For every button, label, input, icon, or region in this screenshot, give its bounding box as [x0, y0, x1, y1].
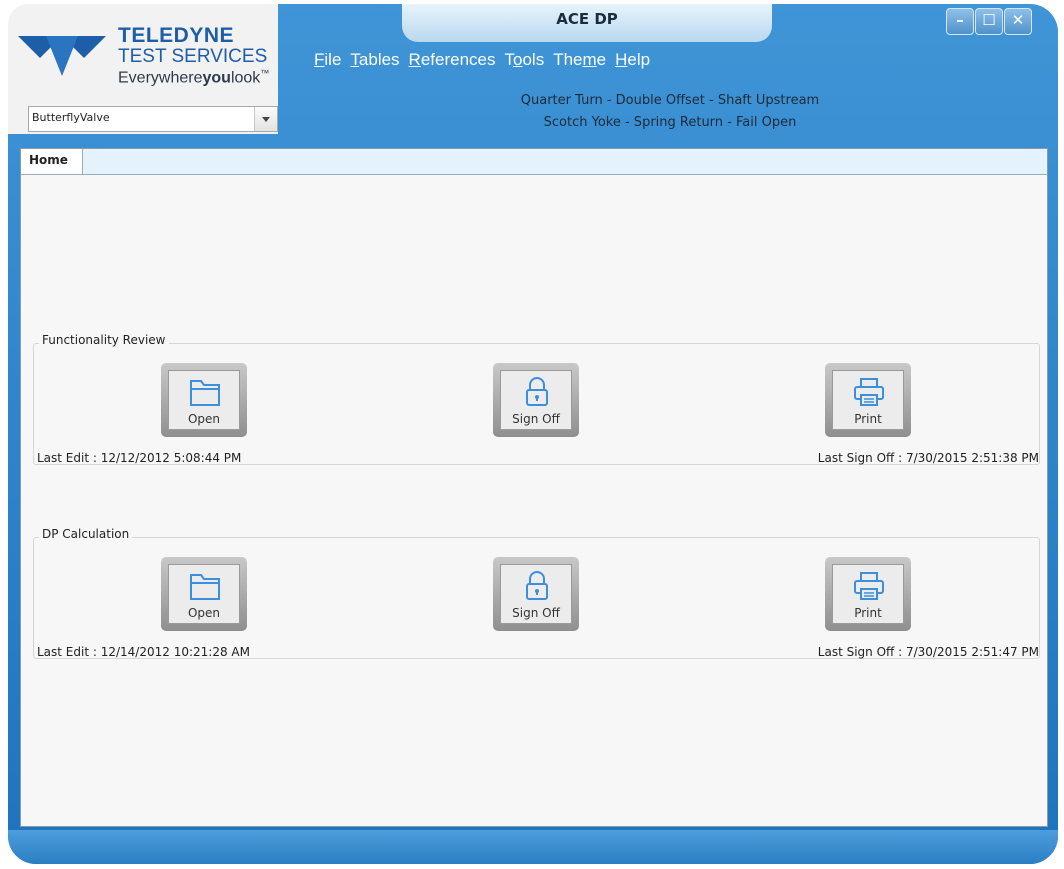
print-button[interactable]: Print — [825, 363, 911, 437]
tab-home[interactable]: Home — [21, 149, 83, 174]
group-title: DP Calculation — [39, 527, 133, 541]
logo-subname: TEST SERVICES — [118, 46, 268, 67]
content-panel: Home Functionality Review Open Sign Off … — [20, 148, 1048, 827]
valve-type-value: ButterflyValve — [32, 111, 110, 124]
menu-tables[interactable]: Tables — [350, 50, 399, 70]
last-edit-text: Last Edit : 12/12/2012 5:08:44 PM — [37, 451, 242, 465]
menu-bar: File Tables References Tools Theme Help — [314, 50, 659, 70]
sign-off-button[interactable]: Sign Off — [493, 363, 579, 437]
group-dp-calculation: DP Calculation Open Sign Off Print Last … — [33, 527, 1040, 659]
window-controls: – ☐ ✕ — [946, 8, 1033, 35]
open-label: Open — [187, 606, 221, 620]
menu-help[interactable]: Help — [615, 50, 650, 70]
tab-strip: Home — [21, 149, 1047, 175]
printer-icon — [854, 572, 884, 600]
group-functionality-review: Functionality Review Open Sign Off Print… — [33, 333, 1040, 465]
folder-icon — [190, 380, 220, 406]
sign-off-label: Sign Off — [512, 412, 560, 426]
status-strip — [8, 830, 1058, 864]
valve-description-line2: Scotch Yoke - Spring Return - Fail Open — [543, 115, 797, 130]
lock-icon — [526, 571, 548, 600]
sign-off-button[interactable]: Sign Off — [493, 557, 579, 631]
logo-tagline: Everywhereyoulook™ — [118, 68, 270, 87]
menu-references[interactable]: References — [409, 50, 496, 70]
chevron-down-icon[interactable] — [254, 107, 277, 131]
logo-name: TELEDYNE — [118, 24, 235, 47]
print-label: Print — [854, 606, 882, 620]
open-label: Open — [187, 412, 221, 426]
valve-type-select[interactable]: ButterflyValve — [28, 106, 278, 132]
maximize-button[interactable]: ☐ — [975, 8, 1003, 35]
menu-tools[interactable]: Tools — [505, 50, 545, 70]
print-label: Print — [854, 412, 882, 426]
window-title: ACE DP — [556, 10, 618, 28]
lock-icon — [526, 377, 548, 406]
valve-description-line1: Quarter Turn - Double Offset - Shaft Ups… — [520, 93, 820, 108]
close-button[interactable]: ✕ — [1004, 8, 1032, 35]
open-button[interactable]: Open — [161, 557, 247, 631]
sign-off-label: Sign Off — [512, 606, 560, 620]
open-button[interactable]: Open — [161, 363, 247, 437]
last-sign-off-text: Last Sign Off : 7/30/2015 2:51:38 PM — [817, 451, 1039, 465]
last-sign-off-text: Last Sign Off : 7/30/2015 2:51:47 PM — [817, 645, 1039, 659]
printer-icon — [854, 378, 884, 406]
teledyne-logo-icon — [18, 36, 106, 76]
menu-file[interactable]: File — [314, 50, 341, 70]
menu-theme[interactable]: Theme — [553, 50, 606, 70]
minimize-button[interactable]: – — [946, 8, 974, 35]
last-edit-text: Last Edit : 12/14/2012 10:21:28 AM — [37, 645, 250, 659]
folder-icon — [190, 574, 220, 600]
print-button[interactable]: Print — [825, 557, 911, 631]
group-title: Functionality Review — [39, 333, 169, 347]
